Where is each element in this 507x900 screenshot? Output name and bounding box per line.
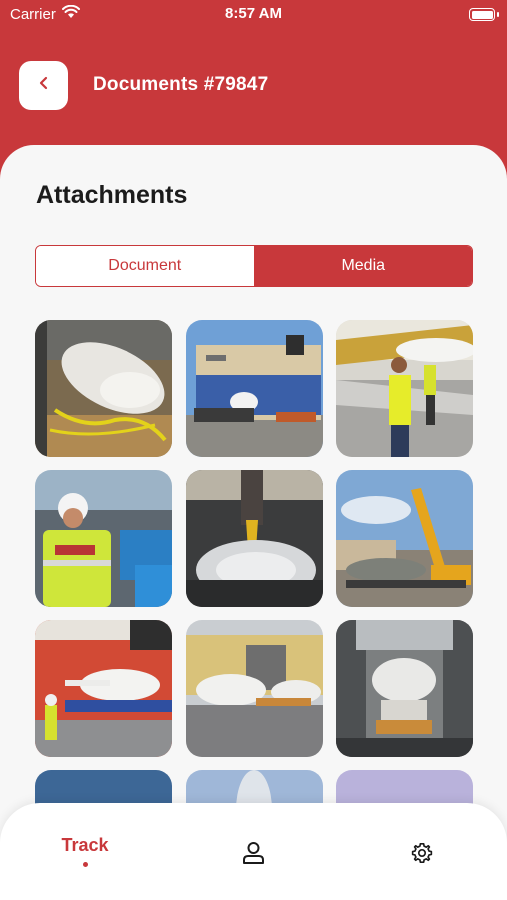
back-button[interactable] [19, 61, 68, 110]
bottom-tab-bar: Track [0, 803, 507, 900]
tab-settings[interactable] [411, 842, 433, 869]
media-thumbnail[interactable] [185, 620, 323, 757]
attachments-title: Attachments [36, 181, 188, 209]
battery-icon [469, 8, 495, 21]
ro-ro-ship-loading-photo [185, 320, 323, 457]
tab-track-label: Track [61, 835, 109, 855]
media-thumbnail[interactable] [35, 620, 172, 757]
workers-aircraft-fuselage-photo [336, 320, 473, 457]
tab-media[interactable]: Media [254, 246, 472, 286]
tab-track[interactable]: Track [45, 835, 125, 867]
page-title: Documents #79847 [93, 74, 269, 95]
tab-document[interactable]: Document [36, 246, 255, 286]
crane-hook-wrapped-cargo-photo [185, 470, 323, 607]
status-bar: Carrier 8:57 AM [0, 0, 507, 30]
media-thumbnail[interactable] [35, 320, 172, 457]
content-sheet: Attachments Document Media [0, 145, 507, 900]
media-thumbnail[interactable] [35, 470, 172, 607]
helicopter-on-trailer-photo [35, 620, 172, 757]
status-time: 8:57 AM [225, 5, 282, 22]
active-indicator-dot [82, 862, 88, 867]
media-thumbnail[interactable] [185, 470, 323, 607]
media-thumbnail[interactable] [185, 320, 323, 457]
gear-icon [411, 843, 433, 868]
mobile-crane-lift-photo [336, 470, 473, 607]
battery-tip [497, 12, 499, 17]
worker-hi-vis-port-photo [35, 470, 172, 607]
header: Documents #79847 [0, 60, 507, 110]
chevron-left-icon [38, 76, 50, 95]
attachment-type-segmented-control: Document Media [35, 245, 473, 287]
helicopter-on-truck-rear-photo [336, 620, 473, 757]
media-thumbnail[interactable] [336, 470, 473, 607]
wrapped-helicopter-cargo-photo [35, 320, 172, 457]
media-thumbnail[interactable] [336, 620, 473, 757]
media-thumbnail[interactable] [336, 320, 473, 457]
tab-profile[interactable] [241, 840, 266, 870]
wrapped-helicopter-warehouse-photo [185, 620, 323, 757]
person-icon [241, 842, 266, 869]
